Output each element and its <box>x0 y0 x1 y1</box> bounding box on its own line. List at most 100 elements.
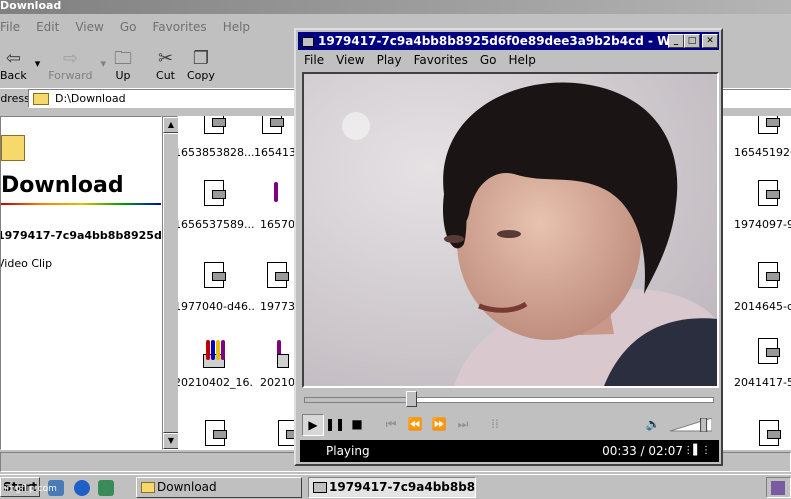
menu-view[interactable]: View <box>67 18 111 38</box>
seek-thumb[interactable] <box>406 391 418 407</box>
list-item[interactable]: 1656537589... <box>178 180 254 231</box>
player-menu-bar: File View Play Favorites Go Help <box>298 52 542 70</box>
list-item[interactable]: 19773... <box>260 262 294 313</box>
menu-go[interactable]: Go <box>474 52 503 70</box>
maximize-button[interactable]: □ <box>684 34 700 48</box>
menu-favorites[interactable]: Favorites <box>408 52 474 70</box>
video-frame <box>304 74 717 386</box>
system-tray <box>766 477 791 498</box>
menu-view[interactable]: View <box>330 52 370 70</box>
dropdown-arrow-icon: ▾ <box>100 57 107 70</box>
video-file-icon <box>754 116 782 138</box>
back-button[interactable]: ⇦ Back <box>0 40 33 84</box>
forward-dropdown-button[interactable]: ▾ <box>99 40 109 84</box>
playback-status: Playing <box>326 444 370 458</box>
player-title: 1979417-7c9a4bb8b8925d6f0e89dee3a9b2b4cd… <box>318 34 706 48</box>
minimize-button[interactable]: _ <box>668 34 684 48</box>
list-item[interactable]: 20210... <box>260 338 294 389</box>
pause-icon: ❚❚ <box>324 417 346 431</box>
player-status-bar: Playing 00:33 / 02:07 ⋮▌⋮ <box>300 440 719 462</box>
fast-forward-button[interactable]: ⏩ <box>428 414 450 436</box>
explorer-title-bar[interactable]: Download <box>0 0 791 14</box>
vertical-scrollbar[interactable]: ▲ ▼ <box>162 116 179 450</box>
menu-help[interactable]: Help <box>502 52 541 70</box>
back-label: Back <box>0 69 27 82</box>
video-file-icon[interactable] <box>754 420 784 450</box>
media-player-icon <box>313 482 327 493</box>
paint-file-icon <box>260 180 288 210</box>
video-file-icon[interactable] <box>200 420 230 450</box>
list-item[interactable]: 20210402_16... <box>178 338 254 389</box>
up-button[interactable]: 🗀 Up <box>108 40 138 84</box>
back-dropdown-button[interactable]: ▾ <box>33 40 43 84</box>
play-icon: ▶ <box>308 418 318 432</box>
rewind-icon: ⏪ <box>407 417 423 431</box>
rewind-button[interactable]: ⏪ <box>404 414 426 436</box>
channels-icon[interactable] <box>98 480 114 496</box>
player-title-bar[interactable]: 1979417-7c9a4bb8b8925d6f0e89dee3a9b2b4cd… <box>298 32 719 50</box>
back-arrow-icon: ⇦ <box>5 48 21 69</box>
web-view-pane: Download 1979417-7c9a4bb8b8925d6f0 Video… <box>0 116 162 450</box>
scroll-down-button[interactable]: ▼ <box>163 433 179 449</box>
list-item[interactable]: 2041417-5a... <box>728 338 791 389</box>
cut-button[interactable]: ✂ Cut <box>150 40 181 84</box>
list-item[interactable]: 1974097-95... <box>728 180 791 231</box>
list-item[interactable]: 16570... <box>260 180 294 231</box>
copy-button[interactable]: ❐ Copy <box>181 40 221 84</box>
explorer-menu-bar: File Edit View Go Favorites Help <box>0 18 258 38</box>
folder-title: Download <box>1 173 124 198</box>
list-item[interactable]: 1654519263... <box>728 116 791 159</box>
menu-help[interactable]: Help <box>215 18 258 38</box>
list-item[interactable]: 1977040-d46... <box>178 262 254 313</box>
playlist-icon: ⁞⁞ <box>491 417 499 431</box>
list-item[interactable]: 1653853828... <box>178 116 254 159</box>
menu-file[interactable]: File <box>298 52 330 70</box>
speaker-icon: 🔈 <box>645 417 661 431</box>
address-value: D:\Download <box>55 92 126 105</box>
playlist-button[interactable]: ⁞⁞ <box>484 414 506 436</box>
mute-button[interactable]: 🔈 <box>642 414 664 436</box>
list-item[interactable]: 2014645-cb... <box>728 262 791 313</box>
up-label: Up <box>115 69 131 82</box>
explorer-title: Download <box>0 0 62 12</box>
folder-icon <box>1 135 25 161</box>
seek-bar[interactable] <box>304 391 714 407</box>
video-file-icon <box>754 262 782 292</box>
list-item[interactable]: 165413... <box>254 116 294 159</box>
tray-icon[interactable] <box>771 481 785 495</box>
divider <box>1 203 161 205</box>
menu-file[interactable]: File <box>0 18 28 38</box>
video-file-icon <box>200 180 228 210</box>
menu-go[interactable]: Go <box>112 18 145 38</box>
video-display[interactable] <box>302 72 719 388</box>
video-file-icon <box>200 262 228 292</box>
cut-label: Cut <box>156 69 175 82</box>
stop-button[interactable]: ■ <box>346 414 368 436</box>
scroll-up-button[interactable]: ▲ <box>163 117 179 133</box>
next-button[interactable]: ⏭ <box>452 414 474 436</box>
folder-icon <box>33 93 49 105</box>
volume-thumb[interactable] <box>700 418 708 432</box>
forward-button[interactable]: ⇨ Forward <box>42 40 98 84</box>
volume-slider[interactable] <box>670 418 712 432</box>
forward-label: Forward <box>48 69 93 82</box>
media-player-icon <box>302 37 314 47</box>
scroll-thumb[interactable] <box>163 133 179 433</box>
menu-play[interactable]: Play <box>371 52 408 70</box>
video-file-icon[interactable] <box>274 420 294 450</box>
signal-icon: ⋮▌⋮ <box>683 445 711 456</box>
explorer-toolbar: ⇦ Back ▾ ⇨ Forward ▾ 🗀 Up ✂ Cut ❐ Copy <box>0 40 300 86</box>
internet-explorer-icon[interactable] <box>74 480 90 496</box>
taskbar-button-download[interactable]: Download <box>136 477 302 498</box>
taskbar: Start Download 1979417-7c9a4bb8b89... <box>0 474 791 499</box>
close-button[interactable]: ✕ <box>702 34 718 48</box>
up-folder-icon: 🗀 <box>114 48 133 69</box>
play-button[interactable]: ▶ <box>302 414 324 436</box>
address-label: Address <box>0 92 30 105</box>
menu-edit[interactable]: Edit <box>28 18 67 38</box>
taskbar-button-media-player[interactable]: 1979417-7c9a4bb8b89... <box>308 477 476 498</box>
copy-label: Copy <box>187 69 215 82</box>
pause-button[interactable]: ❚❚ <box>324 414 346 436</box>
menu-favorites[interactable]: Favorites <box>144 18 214 38</box>
previous-button[interactable]: ⏮ <box>380 414 402 436</box>
